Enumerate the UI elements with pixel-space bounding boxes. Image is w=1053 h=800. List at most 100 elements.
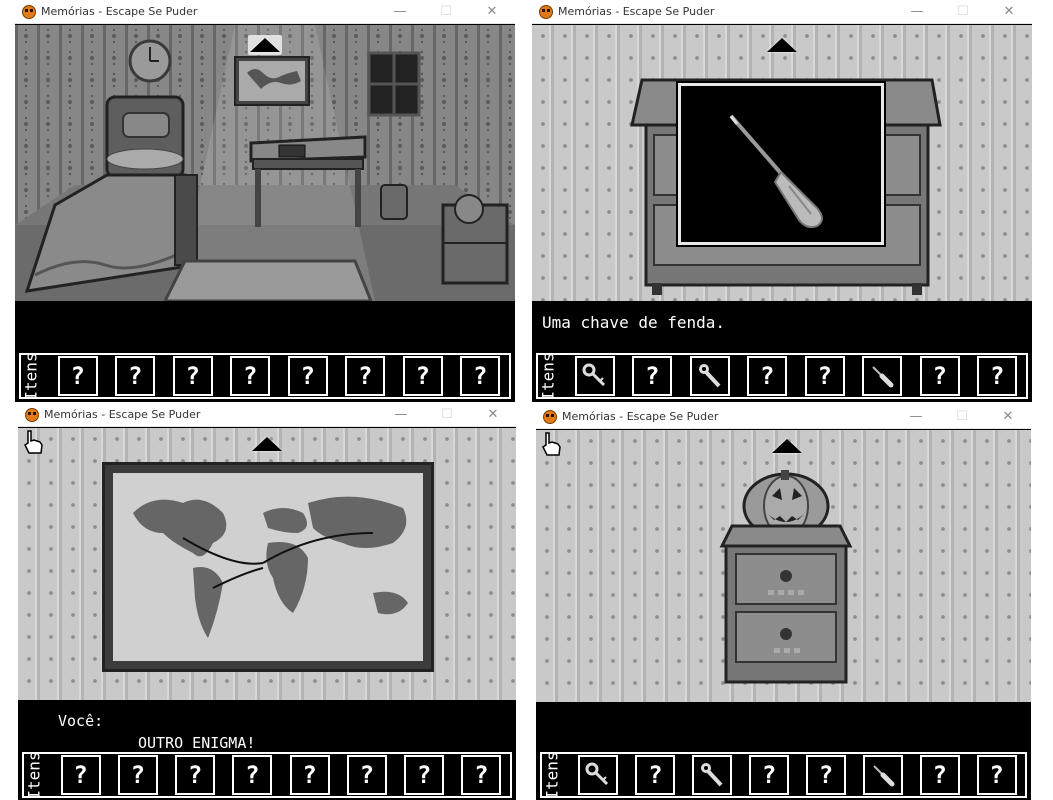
inventory-slot[interactable]: ? bbox=[404, 755, 445, 795]
inventory-slot[interactable]: ? bbox=[289, 755, 330, 795]
inventory-slot-key[interactable] bbox=[578, 755, 619, 795]
inventory-slot[interactable]: ? bbox=[175, 755, 216, 795]
inventory-label: Itens bbox=[536, 352, 558, 400]
maximize-button[interactable]: ☐ bbox=[424, 403, 470, 427]
hand-cursor-icon bbox=[24, 430, 43, 454]
inventory-slot[interactable]: ? bbox=[115, 356, 156, 396]
inventory-slot-key[interactable] bbox=[574, 356, 615, 396]
wall-map[interactable] bbox=[234, 56, 310, 106]
inventory-slot[interactable]: ? bbox=[805, 755, 846, 795]
minimize-button[interactable]: — bbox=[378, 403, 424, 427]
inventory-slot[interactable]: ? bbox=[632, 356, 673, 396]
inventory-slot-wrench[interactable] bbox=[692, 755, 733, 795]
trash-bin[interactable] bbox=[380, 184, 408, 220]
up-arrow-icon bbox=[767, 38, 797, 52]
game-window-map: Memórias - Escape Se Puder — ☐ ✕ Você: O… bbox=[18, 403, 516, 800]
dialog-box bbox=[536, 702, 1031, 750]
inventory-slots: ? ? ? ? ? bbox=[558, 353, 1028, 399]
inventory-slots: ? ? ? ? ? bbox=[562, 752, 1027, 798]
dialog-box: Você: OUTRO ENIGMA! bbox=[18, 700, 516, 752]
inventory-bar: Itens ? ? ? ? ? ? ? ? bbox=[15, 351, 515, 401]
dialog-speaker: Você: bbox=[58, 712, 104, 730]
game-window-nightstand: Memórias - Escape Se Puder — ☐ ✕ Itens ?… bbox=[536, 405, 1031, 800]
screwdriver-icon bbox=[873, 765, 895, 787]
dialog-text: Uma chave de fenda. bbox=[542, 313, 726, 332]
up-arrow-icon bbox=[772, 439, 802, 453]
dialog-box bbox=[15, 301, 515, 351]
inventory-slots: ? ? ? ? ? ? ? ? bbox=[41, 353, 511, 399]
dresser-scene bbox=[532, 25, 1032, 301]
inventory-slot[interactable]: ? bbox=[460, 356, 501, 396]
inventory-label: Itens bbox=[19, 352, 41, 400]
key-icon bbox=[582, 363, 605, 387]
nav-up-button[interactable] bbox=[765, 35, 799, 55]
game-window-screwdriver: Memórias - Escape Se Puder — ☐ ✕ Uma cha… bbox=[532, 0, 1032, 402]
nav-up-button[interactable] bbox=[250, 434, 284, 454]
inventory-slot-screwdriver[interactable] bbox=[862, 356, 903, 396]
close-button[interactable]: ✕ bbox=[986, 0, 1032, 24]
close-button[interactable]: ✕ bbox=[470, 403, 516, 427]
inventory-slot[interactable]: ? bbox=[402, 356, 443, 396]
game-window-bedroom: Memórias - Escape Se Puder — ☐ ✕ Itens ?… bbox=[15, 0, 515, 402]
wrench-icon bbox=[698, 364, 721, 388]
wrench-icon bbox=[701, 763, 723, 787]
nightstand-scene bbox=[536, 430, 1031, 702]
maximize-button[interactable]: ☐ bbox=[939, 405, 985, 429]
bedroom-window[interactable] bbox=[367, 51, 421, 117]
minimize-button[interactable]: — bbox=[893, 405, 939, 429]
wall-clock[interactable] bbox=[128, 39, 172, 83]
inventory-slot[interactable]: ? bbox=[230, 356, 271, 396]
inventory-slot[interactable]: ? bbox=[804, 356, 845, 396]
dialog-box: Uma chave de fenda. bbox=[532, 301, 1032, 351]
window-titlebar: Memórias - Escape Se Puder — ☐ ✕ bbox=[15, 0, 515, 24]
close-button[interactable]: ✕ bbox=[985, 405, 1031, 429]
inventory-slot[interactable]: ? bbox=[976, 755, 1017, 795]
inventory-slot[interactable]: ? bbox=[977, 356, 1018, 396]
maximize-button[interactable]: ☐ bbox=[940, 0, 986, 24]
inventory-slot-wrench[interactable] bbox=[689, 356, 730, 396]
inventory-slot[interactable]: ? bbox=[57, 356, 98, 396]
up-arrow-icon bbox=[250, 38, 280, 52]
window-title: Memórias - Escape Se Puder bbox=[41, 5, 198, 18]
inventory-slot[interactable]: ? bbox=[635, 755, 676, 795]
nightstand[interactable] bbox=[441, 194, 509, 285]
inventory-slot[interactable]: ? bbox=[345, 356, 386, 396]
inventory-slot[interactable]: ? bbox=[919, 356, 960, 396]
close-button[interactable]: ✕ bbox=[469, 0, 515, 24]
inventory-slot[interactable]: ? bbox=[117, 755, 158, 795]
nav-up-button[interactable] bbox=[770, 436, 804, 456]
inventory-bar: Itens ? ? ? ? ? bbox=[532, 351, 1032, 401]
inventory-label: Itens bbox=[540, 751, 562, 799]
inventory-slot[interactable]: ? bbox=[461, 755, 502, 795]
up-arrow-icon bbox=[252, 437, 282, 451]
inventory-slots: ? ? ? ? ? ? ? ? bbox=[44, 752, 512, 798]
inventory-slot-screwdriver[interactable] bbox=[862, 755, 903, 795]
bedroom-scene bbox=[15, 25, 515, 301]
pumpkin-app-icon bbox=[22, 4, 36, 19]
nav-up-button[interactable] bbox=[248, 35, 282, 55]
maximize-button[interactable]: ☐ bbox=[423, 0, 469, 24]
key-icon bbox=[585, 762, 609, 786]
minimize-button[interactable]: — bbox=[377, 0, 423, 24]
nightstand[interactable] bbox=[719, 524, 853, 684]
pumpkin-app-icon bbox=[543, 409, 557, 424]
minimize-button[interactable]: — bbox=[894, 0, 940, 24]
bedroom-illustration bbox=[15, 25, 515, 301]
hand-cursor-icon bbox=[542, 432, 561, 456]
window-titlebar: Memórias - Escape Se Puder — ☐ ✕ bbox=[532, 0, 1032, 24]
inventory-slot[interactable]: ? bbox=[346, 755, 387, 795]
inventory-slot[interactable]: ? bbox=[749, 755, 790, 795]
inventory-slot[interactable]: ? bbox=[287, 356, 328, 396]
world-map-frame[interactable] bbox=[102, 462, 434, 672]
world-map-closeup bbox=[113, 473, 423, 661]
inventory-bar: Itens ? ? ? ? ? bbox=[536, 750, 1031, 800]
inventory-slot[interactable]: ? bbox=[919, 755, 960, 795]
map-scene bbox=[18, 428, 516, 700]
inventory-label: Itens bbox=[22, 751, 44, 799]
inventory-bar: Itens ? ? ? ? ? ? ? ? bbox=[18, 750, 516, 800]
inventory-slot[interactable]: ? bbox=[232, 755, 273, 795]
inventory-slot[interactable]: ? bbox=[747, 356, 788, 396]
rug bbox=[163, 259, 373, 301]
inventory-slot[interactable]: ? bbox=[60, 755, 101, 795]
inventory-slot[interactable]: ? bbox=[172, 356, 213, 396]
